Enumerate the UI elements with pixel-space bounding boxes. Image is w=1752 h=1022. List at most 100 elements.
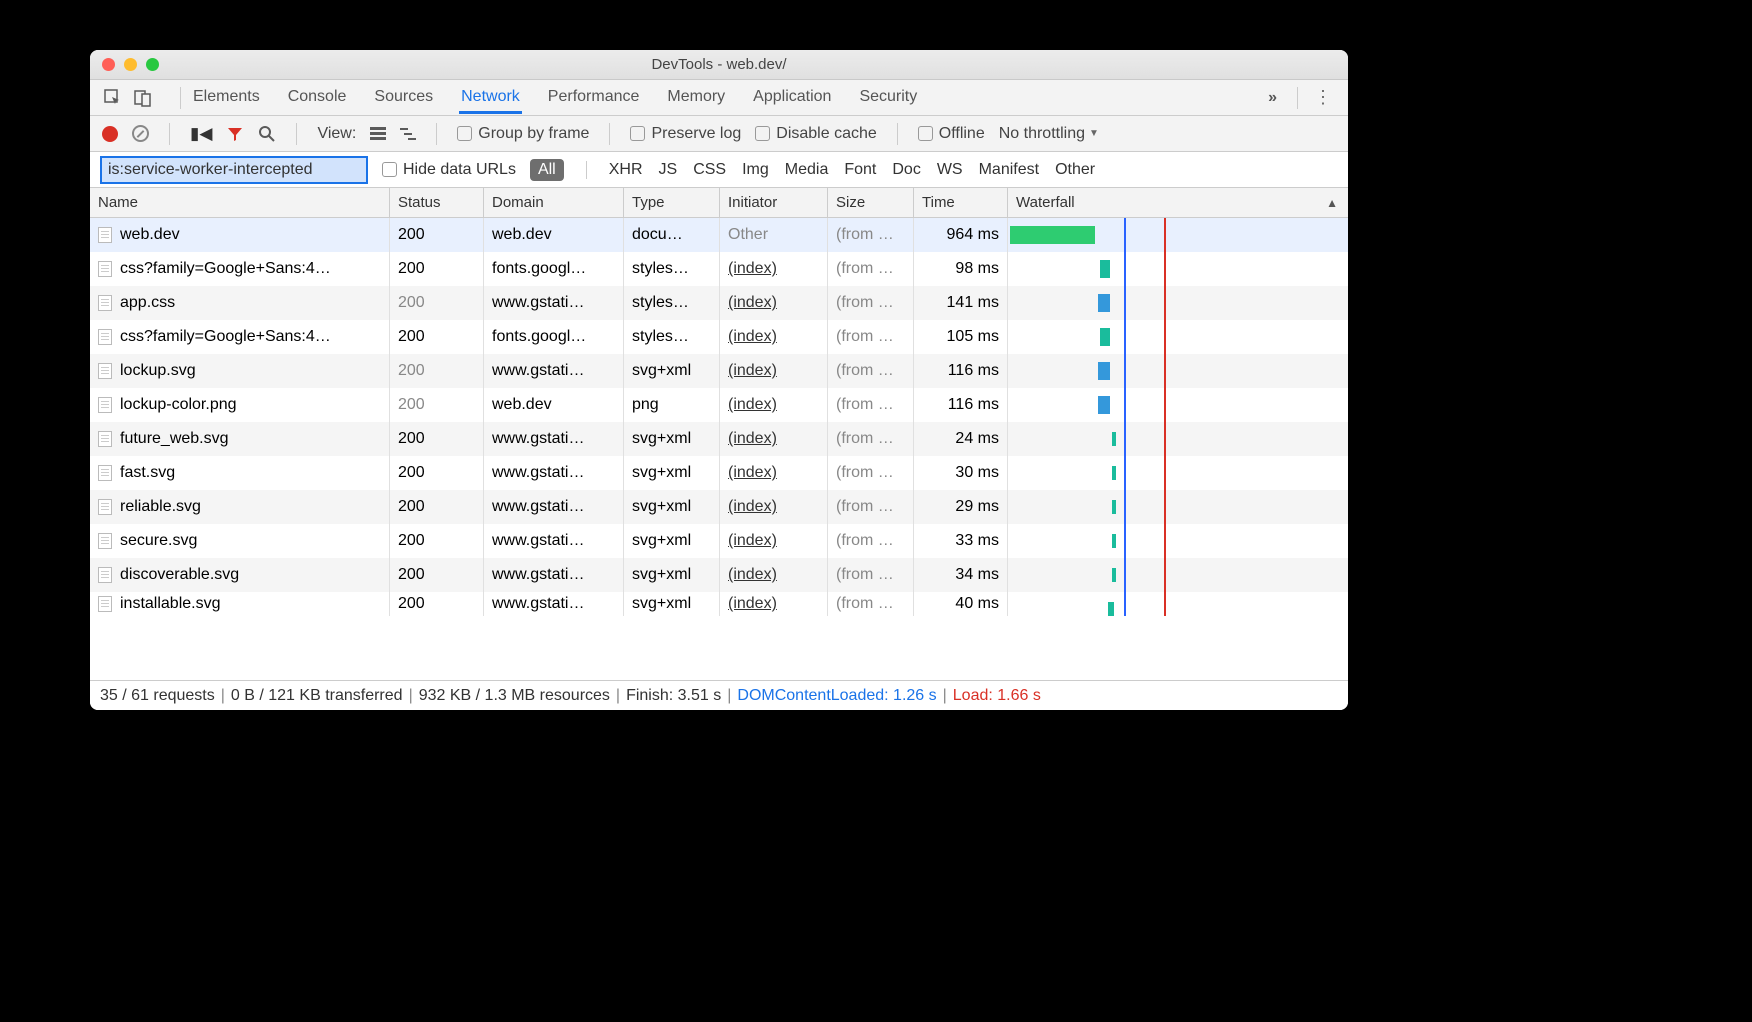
filter-type-media[interactable]: Media (785, 161, 829, 179)
large-rows-icon[interactable] (370, 127, 386, 141)
request-initiator[interactable]: (index) (728, 464, 777, 482)
offline-checkbox[interactable]: Offline (918, 125, 985, 143)
table-row[interactable]: installable.svg200www.gstati…svg+xml(ind… (90, 592, 1348, 616)
column-waterfall[interactable]: Waterfall▲ (1008, 188, 1348, 217)
tab-performance[interactable]: Performance (546, 81, 642, 114)
table-row[interactable]: lockup.svg200www.gstati…svg+xml(index)(f… (90, 354, 1348, 388)
tab-security[interactable]: Security (857, 81, 919, 114)
hide-data-urls-checkbox[interactable]: Hide data URLs (382, 161, 516, 179)
waterfall-view-icon[interactable] (400, 127, 416, 141)
separator (169, 123, 170, 145)
record-button[interactable] (102, 126, 118, 142)
table-row[interactable]: fast.svg200www.gstati…svg+xml(index)(fro… (90, 456, 1348, 490)
request-name: lockup.svg (120, 362, 196, 380)
tab-application[interactable]: Application (751, 81, 833, 114)
maximize-icon[interactable] (146, 58, 159, 71)
request-time: 40 ms (914, 592, 1008, 616)
column-name[interactable]: Name (90, 188, 390, 217)
tab-elements[interactable]: Elements (191, 81, 262, 114)
tab-network[interactable]: Network (459, 81, 522, 114)
request-time: 964 ms (914, 218, 1008, 252)
filter-type-manifest[interactable]: Manifest (979, 161, 1039, 179)
table-row[interactable]: css?family=Google+Sans:4…200fonts.googl…… (90, 320, 1348, 354)
status-load: Load: 1.66 s (953, 687, 1041, 705)
filter-type-font[interactable]: Font (844, 161, 876, 179)
request-waterfall (1008, 388, 1348, 422)
request-size: (from … (828, 252, 914, 286)
request-initiator[interactable]: (index) (728, 498, 777, 516)
tab-memory[interactable]: Memory (665, 81, 727, 114)
column-initiator[interactable]: Initiator (720, 188, 828, 217)
table-row[interactable]: discoverable.svg200www.gstati…svg+xml(in… (90, 558, 1348, 592)
request-status: 200 (390, 456, 484, 490)
titlebar: DevTools - web.dev/ (90, 50, 1348, 80)
filter-type-all[interactable]: All (530, 159, 564, 181)
kebab-menu-icon[interactable]: ⋮ (1308, 87, 1338, 108)
request-initiator[interactable]: (index) (728, 532, 777, 550)
close-icon[interactable] (102, 58, 115, 71)
inspect-element-icon[interactable] (104, 89, 122, 107)
column-status[interactable]: Status (390, 188, 484, 217)
throttling-select[interactable]: No throttling▼ (999, 125, 1099, 143)
filter-icon[interactable] (226, 125, 244, 143)
request-type: svg+xml (624, 524, 720, 558)
request-initiator[interactable]: (index) (728, 328, 777, 346)
table-row[interactable]: reliable.svg200www.gstati…svg+xml(index)… (90, 490, 1348, 524)
request-size: (from … (828, 490, 914, 524)
table-row[interactable]: css?family=Google+Sans:4…200fonts.googl…… (90, 252, 1348, 286)
request-name: reliable.svg (120, 498, 201, 516)
filter-type-other[interactable]: Other (1055, 161, 1095, 179)
separator (436, 123, 437, 145)
request-name: lockup-color.png (120, 396, 237, 414)
window-title: DevTools - web.dev/ (90, 56, 1348, 73)
filter-type-js[interactable]: JS (659, 161, 678, 179)
column-size[interactable]: Size (828, 188, 914, 217)
request-status: 200 (390, 252, 484, 286)
column-domain[interactable]: Domain (484, 188, 624, 217)
request-waterfall (1008, 286, 1348, 320)
request-type: styles… (624, 252, 720, 286)
filter-type-img[interactable]: Img (742, 161, 769, 179)
clear-button[interactable] (132, 125, 149, 142)
minimize-icon[interactable] (124, 58, 137, 71)
file-icon (98, 567, 112, 583)
filter-bar: Hide data URLs All XHR JS CSS Img Media Font Do… (90, 152, 1348, 188)
device-toolbar-icon[interactable] (134, 89, 152, 107)
request-status: 200 (390, 490, 484, 524)
request-initiator[interactable]: (index) (728, 595, 777, 613)
column-type[interactable]: Type (624, 188, 720, 217)
table-row[interactable]: secure.svg200www.gstati…svg+xml(index)(f… (90, 524, 1348, 558)
request-time: 116 ms (914, 354, 1008, 388)
request-initiator[interactable]: (index) (728, 260, 777, 278)
request-name: css?family=Google+Sans:4… (120, 328, 331, 346)
disable-cache-checkbox[interactable]: Disable cache (755, 125, 877, 143)
request-size: (from … (828, 354, 914, 388)
more-tabs-icon[interactable]: » (1258, 89, 1287, 107)
filter-type-xhr[interactable]: XHR (609, 161, 643, 179)
preserve-log-checkbox[interactable]: Preserve log (630, 125, 741, 143)
status-dcl: DOMContentLoaded: 1.26 s (737, 687, 936, 705)
request-initiator[interactable]: (index) (728, 396, 777, 414)
file-icon (98, 465, 112, 481)
filter-type-css[interactable]: CSS (693, 161, 726, 179)
table-row[interactable]: lockup-color.png200web.devpng(index)(fro… (90, 388, 1348, 422)
filter-type-ws[interactable]: WS (937, 161, 963, 179)
tab-console[interactable]: Console (286, 81, 349, 114)
request-initiator[interactable]: (index) (728, 362, 777, 380)
table-row[interactable]: web.dev200web.devdocu…Other(from …964 ms (90, 218, 1348, 252)
column-time[interactable]: Time (914, 188, 1008, 217)
traffic-lights (90, 58, 159, 71)
table-row[interactable]: app.css200www.gstati…styles…(index)(from… (90, 286, 1348, 320)
filter-type-doc[interactable]: Doc (892, 161, 920, 179)
request-initiator[interactable]: (index) (728, 294, 777, 312)
table-row[interactable]: future_web.svg200www.gstati…svg+xml(inde… (90, 422, 1348, 456)
search-icon[interactable] (258, 125, 276, 143)
request-time: 141 ms (914, 286, 1008, 320)
camera-icon[interactable]: ▮◀ (190, 124, 212, 144)
filter-input[interactable] (100, 156, 368, 184)
group-by-frame-checkbox[interactable]: Group by frame (457, 125, 589, 143)
request-initiator[interactable]: (index) (728, 566, 777, 584)
tab-sources[interactable]: Sources (372, 81, 435, 114)
request-initiator[interactable]: (index) (728, 430, 777, 448)
status-requests: 35 / 61 requests (100, 687, 215, 705)
